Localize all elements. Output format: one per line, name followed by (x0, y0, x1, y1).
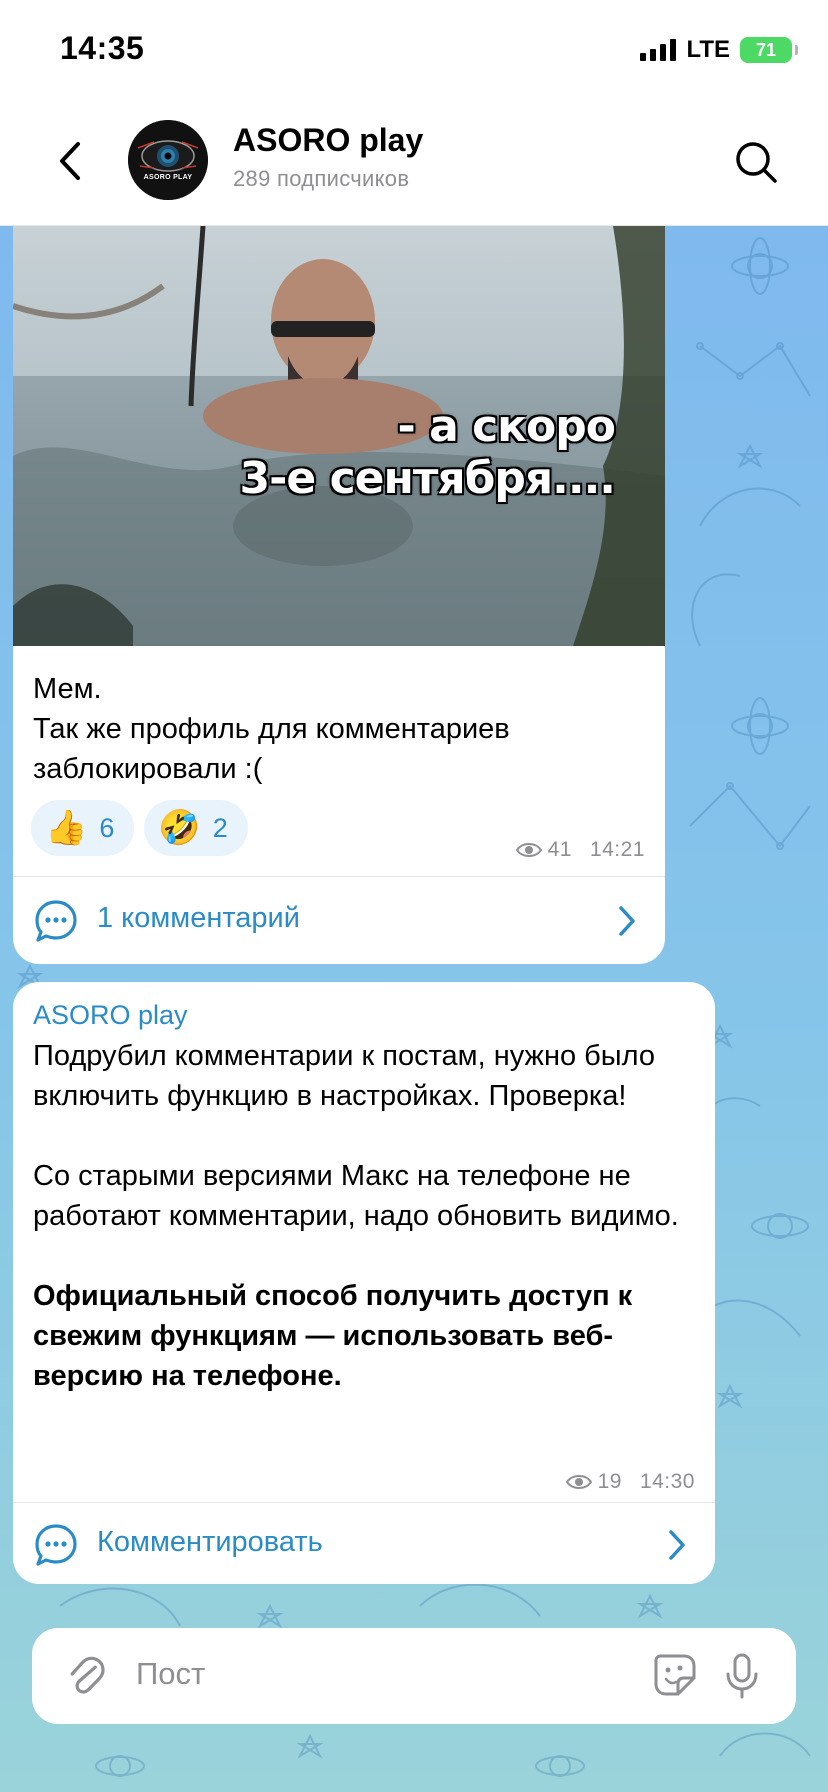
meme-caption: - а скоро 3-е сентября.... (239, 401, 617, 505)
comment-bubble-icon (35, 1524, 77, 1566)
chevron-right-icon (619, 906, 635, 936)
message-paragraph-bold: Официальный способ получить доступ к све… (33, 1280, 633, 1392)
chat-area[interactable]: - а скоро 3-е сентября.... Мем. Так же п… (0, 226, 828, 1792)
status-indicators: LTE 71 (640, 36, 798, 64)
message-input[interactable]: Пост (136, 1656, 205, 1692)
comment-bubble-icon (35, 900, 77, 942)
reaction-count: 6 (99, 812, 115, 843)
composer-bar: Пост (32, 1628, 796, 1724)
comment-button[interactable]: Комментировать (13, 1502, 715, 1584)
chevron-right-icon (669, 1530, 685, 1560)
message-time: 14:30 (639, 1470, 695, 1493)
eye-logo-icon (128, 120, 208, 200)
message-time: 14:21 (589, 838, 645, 861)
network-label: LTE (686, 36, 730, 63)
reaction-rofl[interactable]: 🤣 2 (144, 800, 248, 856)
status-time: 14:35 (60, 30, 145, 66)
divider (13, 876, 665, 877)
message-paragraph: Со старыми версиями Макс на телефоне не … (33, 1160, 679, 1232)
sticker-icon[interactable] (652, 1652, 698, 1698)
comments-button[interactable]: 1 комментарий (13, 878, 665, 964)
eye-icon (515, 843, 542, 857)
reaction-count: 2 (212, 812, 228, 843)
channel-avatar[interactable]: ASORO PLAY (128, 120, 208, 200)
message-line: Так же профиль для комментариев заблокир… (33, 713, 510, 785)
author-name[interactable]: ASORO play (33, 1000, 188, 1031)
message-paragraph: Подрубил комментарии к постам, нужно был… (33, 1040, 655, 1112)
message-text: Подрубил комментарии к постам, нужно был… (33, 1036, 705, 1396)
meme-caption-line2: 3-е сентября.... (239, 453, 616, 504)
message-bubble[interactable]: ASORO play Подрубил комментарии к постам… (13, 982, 715, 1584)
signal-icon (640, 39, 677, 61)
message-bubble[interactable]: - а скоро 3-е сентября.... Мем. Так же п… (13, 226, 665, 964)
reaction-thumbs-up[interactable]: 👍 6 (31, 800, 135, 856)
battery-level: 71 (755, 39, 777, 60)
channel-title[interactable]: ASORO play (233, 122, 423, 159)
meme-image[interactable]: - а скоро 3-е сентября.... (13, 226, 665, 646)
chevron-left-icon (60, 142, 80, 180)
view-count: 19 (597, 1470, 622, 1493)
status-bar: 14:35 LTE 71 (0, 0, 828, 100)
microphone-icon[interactable] (722, 1652, 762, 1700)
search-button[interactable] (732, 138, 780, 186)
reactions-row: 👍 6 🤣 2 (31, 800, 248, 856)
chat-header: ASORO PLAY ASORO play 289 подписчиков (0, 100, 828, 226)
subscriber-count: 289 подписчиков (233, 166, 410, 191)
message-meta: 41 14:21 (515, 838, 645, 862)
meme-caption-line1: - а скоро (397, 401, 617, 452)
view-count: 41 (547, 838, 572, 861)
eye-icon (565, 1475, 592, 1489)
paperclip-icon[interactable] (66, 1652, 106, 1700)
search-icon (736, 142, 777, 183)
avatar-label: ASORO PLAY (143, 174, 193, 181)
comments-label: 1 комментарий (97, 902, 300, 934)
comment-label: Комментировать (97, 1526, 323, 1558)
rofl-emoji-icon: 🤣 (158, 809, 201, 847)
message-text: Мем. Так же профиль для комментариев заб… (33, 669, 643, 789)
message-line: Мем. (33, 673, 102, 705)
message-meta: 19 14:30 (565, 1470, 695, 1494)
thumbs-up-icon: 👍 (45, 809, 88, 847)
battery-icon: 71 (740, 37, 798, 63)
back-button[interactable] (50, 136, 90, 186)
